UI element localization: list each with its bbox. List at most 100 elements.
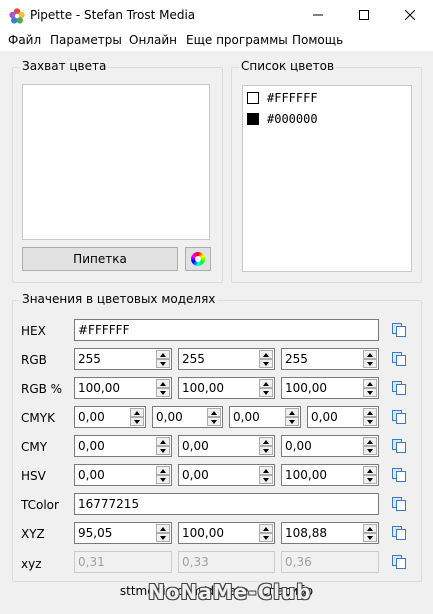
color-list[interactable]: #FFFFFF #000000 [242,85,412,272]
copy-cmyk-button[interactable] [389,407,409,427]
copy-hsv-button[interactable] [389,465,409,485]
spin-down-button[interactable] [259,533,273,542]
close-button[interactable] [387,0,433,31]
cmyk-y-stepper[interactable]: 0,00 [229,406,301,428]
spin-down-button[interactable] [156,359,170,368]
cmy-c-stepper[interactable]: 0,00 [74,435,172,457]
arrow-up-icon [263,469,269,473]
list-item[interactable]: #FFFFFF [247,91,407,107]
maximize-button[interactable] [341,0,387,31]
spin-down-button[interactable] [259,475,273,484]
spin-down-button[interactable] [285,417,299,426]
spin-down-button[interactable] [259,446,273,455]
spin-down-button[interactable] [363,446,377,455]
arrow-down-icon [263,478,269,482]
spin-down-button[interactable] [156,388,170,397]
spin-up-button[interactable] [363,437,377,446]
rgb-g-stepper[interactable]: 255 [178,348,275,370]
spin-up-button[interactable] [259,437,273,446]
spin-up-button[interactable] [130,408,144,417]
spin-down-button[interactable] [363,417,377,426]
hex-field[interactable]: #FFFFFF [74,319,379,341]
xyz-x-stepper[interactable]: 95,05 [74,522,172,544]
spin-up-button[interactable] [259,379,273,388]
hsv-s-stepper[interactable]: 0,00 [178,464,275,486]
spin-up-button[interactable] [285,408,299,417]
spin-down-button[interactable] [259,359,273,368]
spin-up-button[interactable] [363,466,377,475]
rgb-percent-label: RGB % [21,382,63,396]
cmy-label: CMY [21,440,48,454]
cmyk-k-stepper[interactable]: 0,00 [307,406,379,428]
spin-down-button[interactable] [156,446,170,455]
menu-online[interactable]: Онлайн [129,33,177,47]
spin-down-button[interactable] [156,475,170,484]
rgb-b-stepper[interactable]: 255 [281,348,379,370]
pipette-button[interactable]: Пипетка [22,247,178,271]
title-bar[interactable]: Pipette - Stefan Trost Media [0,0,433,31]
spin-down-button[interactable] [363,475,377,484]
spin-up-button[interactable] [363,379,377,388]
cmyk-c-stepper[interactable]: 0,00 [74,406,146,428]
minimize-button[interactable] [295,0,341,31]
spin-down-button[interactable] [363,533,377,542]
copy-hex-button[interactable] [389,320,409,340]
spin-down-button[interactable] [259,388,273,397]
copy-rgb-button[interactable] [389,349,409,369]
arrow-up-icon [160,469,166,473]
spin-up-button[interactable] [156,350,170,359]
spin-up-button[interactable] [259,350,273,359]
spin-up-button[interactable] [156,437,170,446]
color-wheel-button[interactable] [185,247,211,271]
xyz-lower-z-value: 0,36 [285,555,312,569]
xyz-y-stepper[interactable]: 100,00 [178,522,275,544]
spin-up-button[interactable] [363,350,377,359]
spin-up-button[interactable] [156,524,170,533]
spin-up-button[interactable] [363,524,377,533]
copy-tcolor-button[interactable] [389,494,409,514]
menu-settings[interactable]: Параметры [50,33,122,47]
spin-down-button[interactable] [156,533,170,542]
hsv-h-stepper[interactable]: 0,00 [74,464,172,486]
xyz-y-value: 100,00 [182,526,224,540]
tcolor-field[interactable]: 16777215 [74,493,379,515]
spin-down-button[interactable] [363,359,377,368]
rgb-r-stepper[interactable]: 255 [74,348,172,370]
xyz-z-stepper[interactable]: 108,88 [281,522,379,544]
hsv-v-stepper[interactable]: 100,00 [281,464,379,486]
menu-bar: Файл Параметры Онлайн Еще программы Помо… [0,31,433,51]
arrow-down-icon [263,362,269,366]
cmy-m-stepper[interactable]: 0,00 [178,435,275,457]
cmyk-m-value: 0,00 [156,410,183,424]
xyz-lower-x-stepper: 0,31 [74,551,172,573]
copy-icon [392,555,406,569]
menu-file[interactable]: Файл [8,33,41,47]
menu-more-programs[interactable]: Еще программы [186,33,288,47]
spin-up-button[interactable] [259,466,273,475]
spin-down-button[interactable] [207,417,221,426]
arrow-down-icon [160,536,166,540]
spin-down-button[interactable] [130,417,144,426]
rgb-percent-b-stepper[interactable]: 100,00 [281,377,379,399]
arrow-down-icon [160,362,166,366]
arrow-up-icon [263,527,269,531]
color-code: #000000 [267,112,318,126]
rgb-percent-r-stepper[interactable]: 100,00 [74,377,172,399]
menu-help[interactable]: Помощь [292,33,343,47]
spin-up-button[interactable] [156,379,170,388]
cmyk-m-stepper[interactable]: 0,00 [152,406,223,428]
copy-xyz-button[interactable] [389,523,409,543]
copy-xyz-lower-button[interactable] [389,552,409,572]
copy-cmy-button[interactable] [389,436,409,456]
spin-down-button[interactable] [363,388,377,397]
spin-up-button[interactable] [259,524,273,533]
rgb-percent-g-stepper[interactable]: 100,00 [178,377,275,399]
spin-up-button[interactable] [207,408,221,417]
copy-rgb-percent-button[interactable] [389,378,409,398]
cmy-y-stepper[interactable]: 0,00 [281,435,379,457]
spin-up-button[interactable] [156,466,170,475]
xyz-lower-y-value: 0,33 [182,555,209,569]
list-item[interactable]: #000000 [247,112,407,128]
spin-up-button[interactable] [363,408,377,417]
capture-preview[interactable] [22,84,210,240]
